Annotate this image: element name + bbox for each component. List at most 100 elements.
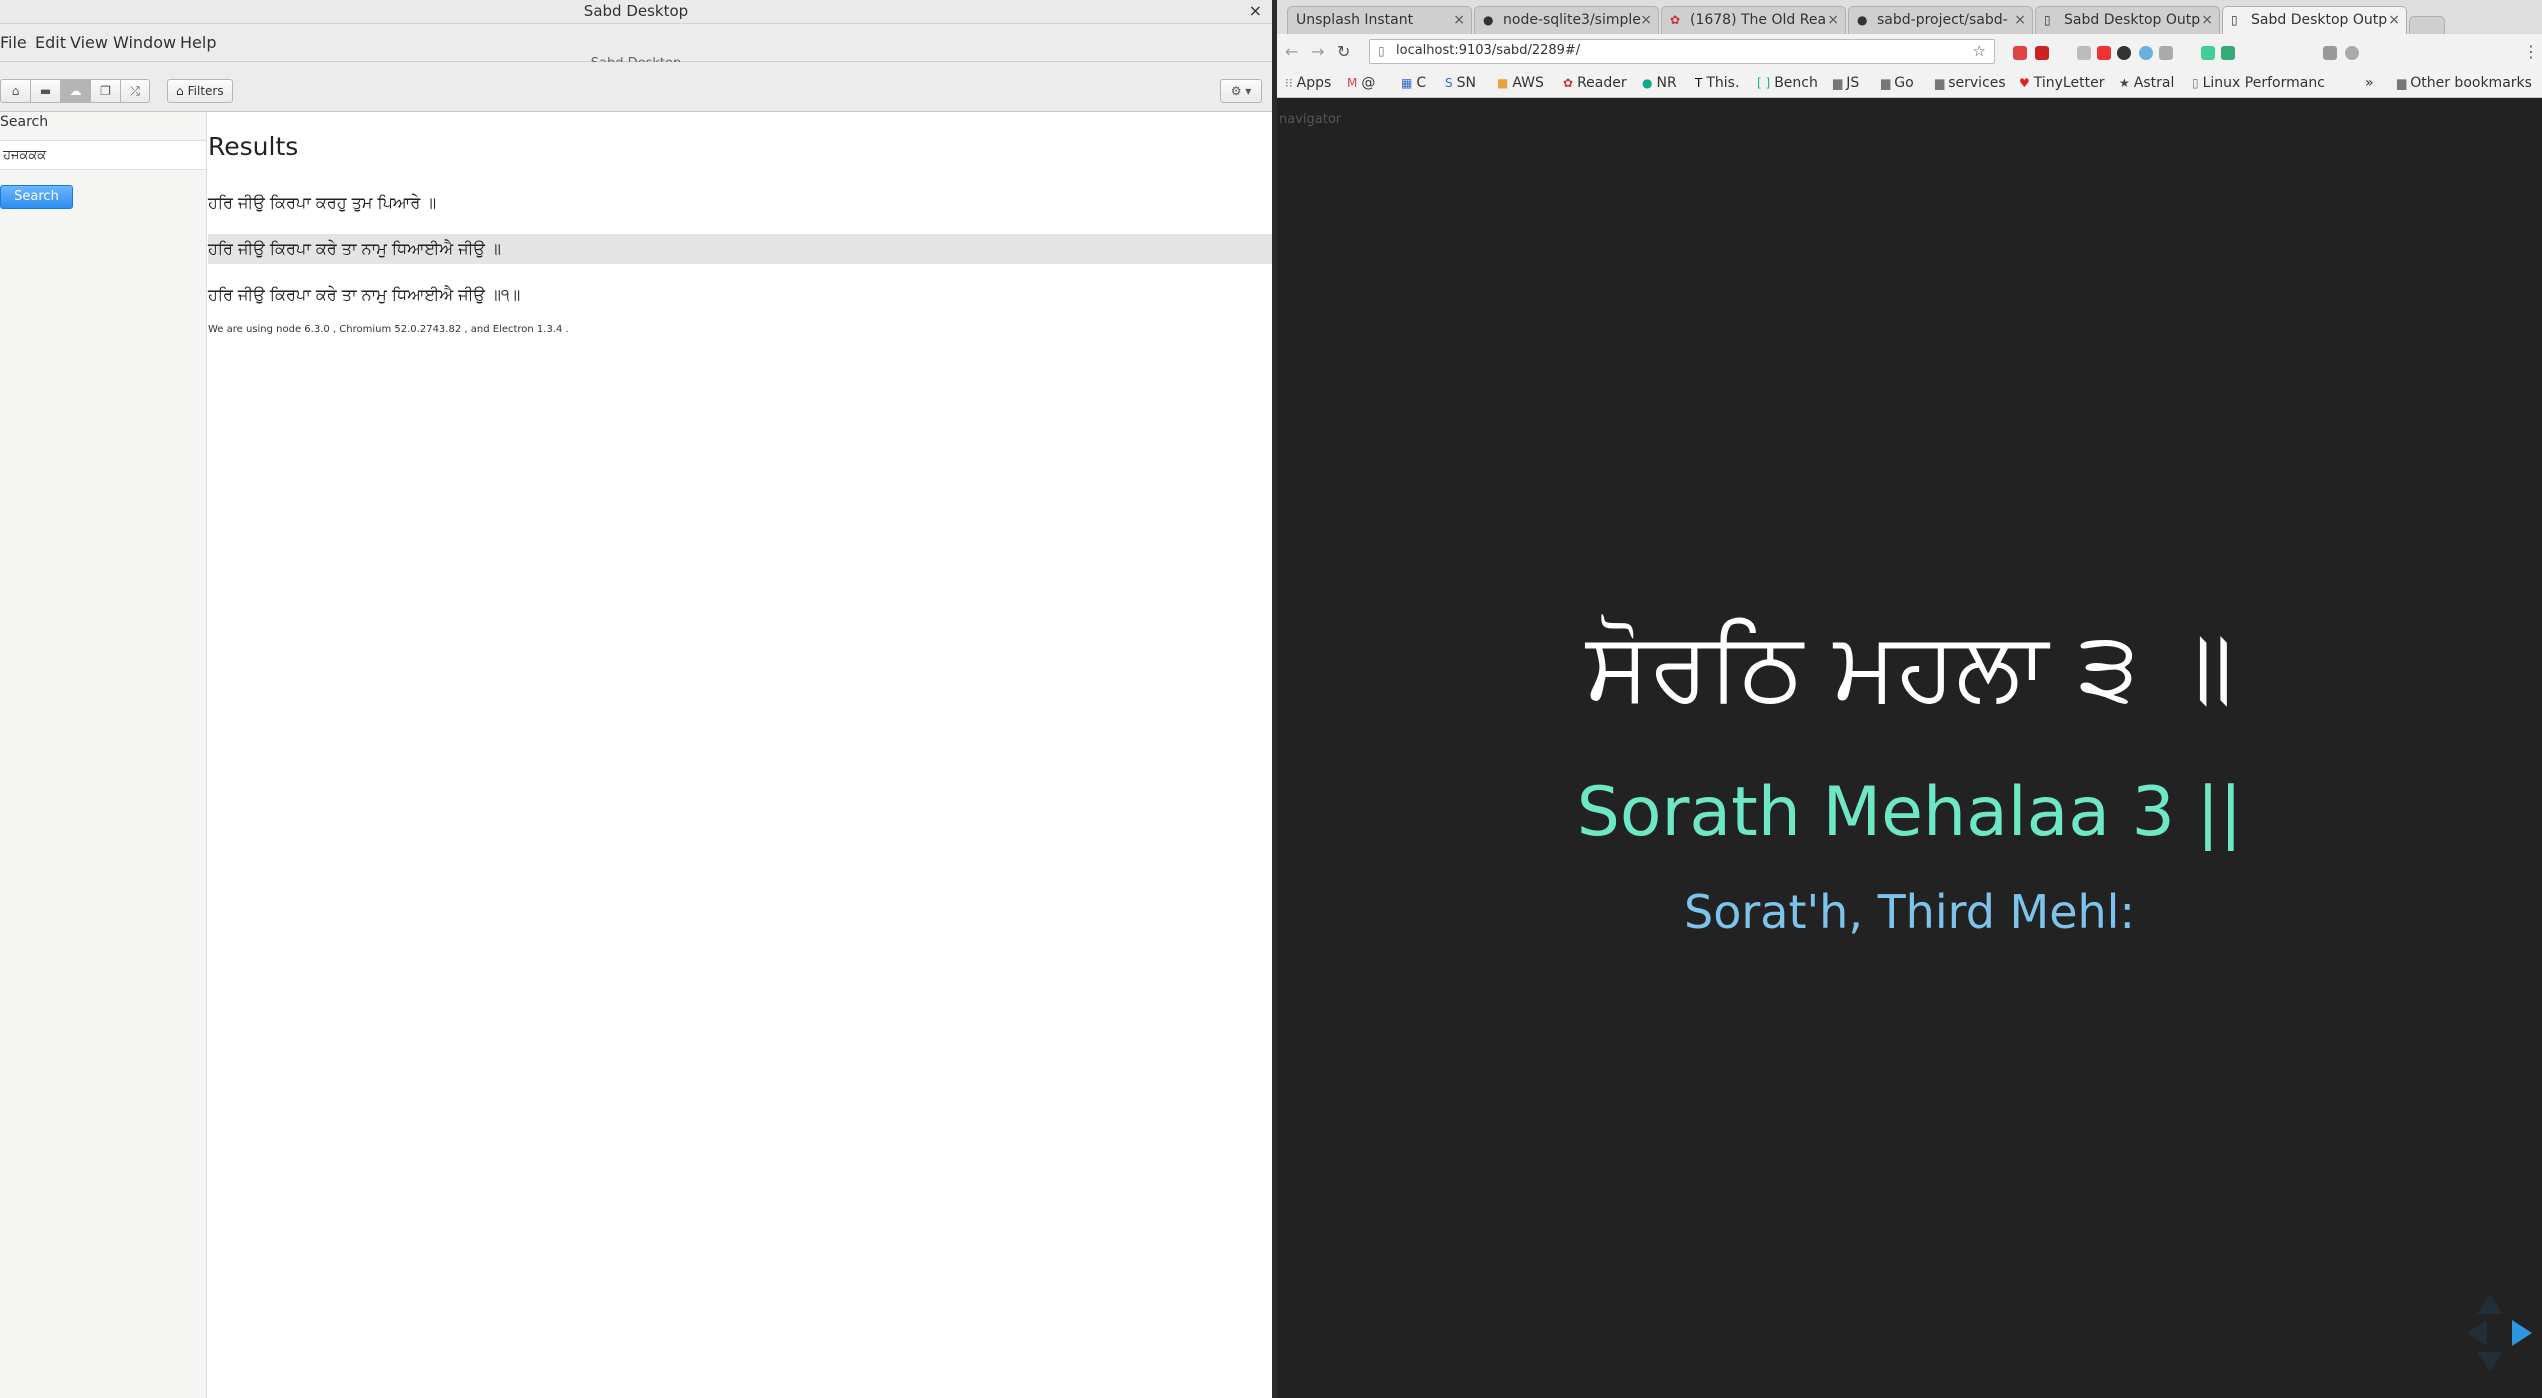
extension-icon[interactable]: [2159, 46, 2173, 60]
chrome-window: Unsplash Instant × ● node-sqlite3/simple × …: [1277, 0, 2542, 1398]
arrow-up-icon[interactable]: [2477, 1294, 2503, 1314]
navigator-label: navigator: [1279, 112, 1342, 127]
close-icon[interactable]: ×: [1640, 12, 1652, 28]
close-icon[interactable]: ×: [1453, 12, 1465, 28]
settings-dropdown[interactable]: ⚙ ▾: [1220, 79, 1262, 103]
menu-view[interactable]: View: [70, 33, 108, 52]
bookmark-reader[interactable]: ✿ Reader: [1563, 75, 1627, 91]
version-footer: We are using node 6.3.0 , Chromium 52.0.…: [208, 324, 569, 335]
bookmark-folder-services[interactable]: ▆ services: [1935, 75, 2006, 91]
arrow-left-icon[interactable]: [2467, 1320, 2487, 1346]
bookmark-bench[interactable]: [ ] Bench: [1757, 75, 1818, 91]
shuffle-icon[interactable]: ⤮: [120, 79, 150, 103]
bookmark-label: Astral: [2133, 75, 2175, 91]
extension-icon[interactable]: [2221, 46, 2235, 60]
result-item-selected[interactable]: ਹਰਿ ਜੀਉ ਕਿਰਪਾ ਕਰੇ ਤਾ ਨਾਮੁ ਧਿਆਈਐ ਜੀਉ ॥: [208, 234, 1272, 264]
arrow-down-icon[interactable]: [2477, 1352, 2503, 1372]
extension-icon[interactable]: [2077, 46, 2091, 60]
bookmark-linux-performance[interactable]: ▯ Linux Performanc: [2192, 75, 2325, 91]
home-icon[interactable]: ⌂: [0, 79, 30, 103]
result-item[interactable]: ਹਰਿ ਜੀਉ ਕਿਰਪਾ ਕਰੇ ਤਾ ਨਾਮੁ ਧਿਆਈਐ ਜੀਉ ॥੧॥: [208, 280, 1272, 310]
bookmark-gmail[interactable]: M @: [1347, 75, 1375, 91]
tab-label: Sabd Desktop Outp: [2251, 12, 2388, 28]
page-icon: ▯: [2231, 13, 2238, 27]
extension-icon[interactable]: [2201, 46, 2215, 60]
reload-icon[interactable]: ↻: [1337, 42, 1350, 61]
page-icon: ▯: [2192, 76, 2199, 90]
pen-icon[interactable]: [2097, 46, 2111, 60]
menu-file[interactable]: File: [0, 33, 27, 52]
search-input[interactable]: [0, 140, 207, 170]
address-bar[interactable]: ▯ localhost:9103/sabd/2289#/ ☆: [1369, 39, 1995, 64]
bookmark-nr[interactable]: ● NR: [1642, 75, 1677, 91]
bookmarks-overflow[interactable]: »: [2365, 75, 2374, 91]
heart-icon: ♥: [2019, 76, 2030, 90]
page-icon: ▯: [2044, 13, 2051, 27]
aws-icon: ■: [1497, 76, 1509, 90]
bookmark-tinyletter[interactable]: ♥ TinyLetter: [2019, 75, 2104, 91]
extension-icon[interactable]: [2323, 46, 2337, 60]
bookmark-aws[interactable]: ■ AWS: [1497, 75, 1544, 91]
menu-icon[interactable]: ⋮: [2523, 42, 2539, 61]
extension-icon[interactable]: [2117, 46, 2131, 60]
cloud-icon[interactable]: ☁: [60, 79, 90, 103]
link-icon: S: [1445, 76, 1453, 90]
tab-label: (1678) The Old Rea: [1690, 12, 1827, 28]
bookmark-label: NR: [1656, 75, 1677, 91]
windows-icon[interactable]: ❐: [90, 79, 120, 103]
menu-edit[interactable]: Edit: [35, 33, 66, 52]
bookmark-apps[interactable]: ⁝⁝ Apps: [1285, 75, 1331, 91]
bookmark-this[interactable]: T This.: [1695, 75, 1739, 91]
folder-icon: ▆: [1881, 76, 1891, 90]
close-icon[interactable]: ×: [1249, 1, 1262, 20]
extension-icon[interactable]: [2345, 46, 2359, 60]
bookmark-astral[interactable]: ★ Astral: [2119, 75, 2174, 91]
close-icon[interactable]: ×: [2388, 12, 2400, 28]
menu-window[interactable]: Window: [113, 33, 176, 52]
close-icon[interactable]: ×: [2201, 12, 2213, 28]
reader-icon: ✿: [1670, 13, 1681, 27]
bookmarks-bar: ⁝⁝ Apps M @ ▦ C S SN ■ AWS ✿ Reader ● NR T This.…: [1277, 70, 2542, 98]
menu-help[interactable]: Help: [180, 33, 216, 52]
tab-node-sqlite[interactable]: ● node-sqlite3/simple ×: [1474, 6, 1659, 34]
bookmark-sn[interactable]: S SN: [1445, 75, 1476, 91]
star-icon: ★: [2119, 76, 2130, 90]
bookmark-label: @: [1361, 75, 1376, 91]
translation-line: Sorat'h, Third Mehl:: [1684, 885, 2135, 939]
tab-sabd-output-1[interactable]: ▯ Sabd Desktop Outp ×: [2035, 6, 2220, 34]
tab-label: Sabd Desktop Outp: [2064, 12, 2201, 28]
bookmark-folder-js[interactable]: ▆ JS: [1833, 75, 1859, 91]
back-icon[interactable]: ←: [1285, 42, 1298, 61]
calendar-icon: ▦: [1401, 76, 1413, 90]
tab-old-reader[interactable]: ✿ (1678) The Old Rea ×: [1661, 6, 1846, 34]
bookmark-calendar[interactable]: ▦ C: [1401, 75, 1426, 91]
folder-icon[interactable]: ▬: [30, 79, 60, 103]
new-tab-button[interactable]: [2409, 16, 2445, 34]
bookmark-other[interactable]: ▆ Other bookmarks: [2397, 75, 2532, 91]
gmail-icon[interactable]: [2013, 46, 2027, 60]
forward-icon[interactable]: →: [1311, 42, 1324, 61]
filters-button[interactable]: ⌂ Filters: [167, 79, 233, 103]
bookmark-label: services: [1948, 75, 2006, 91]
page-icon: ▯: [1378, 44, 1385, 58]
result-item[interactable]: ਹਰਿ ਜੀਉ ਕਿਰਪਾ ਕਰਹੁ ਤੁਮ ਪਿਆਰੇ ॥: [208, 188, 1272, 218]
tab-sabd-project[interactable]: ● sabd-project/sabd- ×: [1848, 6, 2033, 34]
extension-icon[interactable]: [2139, 46, 2153, 60]
transliteration-line: Sorath Mehalaa 3 ||: [1576, 773, 2243, 852]
bookmark-folder-go[interactable]: ▆ Go: [1881, 75, 1914, 91]
results-heading: Results: [208, 132, 299, 161]
tab-unsplash[interactable]: Unsplash Instant ×: [1287, 6, 1472, 34]
apps-grid-icon: ⁝⁝: [1285, 76, 1293, 90]
tab-sabd-output-2[interactable]: ▯ Sabd Desktop Outp ×: [2222, 6, 2407, 34]
extension-icon[interactable]: [2035, 46, 2049, 60]
next-arrow-icon[interactable]: [2512, 1320, 2532, 1346]
search-label: Search: [0, 114, 49, 130]
close-icon[interactable]: ×: [1827, 12, 1839, 28]
bookmark-star-icon[interactable]: ☆: [1973, 42, 1986, 60]
bookmark-label: SN: [1456, 75, 1476, 91]
folder-icon: ▆: [1833, 76, 1843, 90]
close-icon[interactable]: ×: [2014, 12, 2026, 28]
bookmark-label: TinyLetter: [2033, 75, 2105, 91]
search-button[interactable]: Search: [0, 185, 73, 209]
bookmark-label: Linux Performanc: [2202, 75, 2325, 91]
